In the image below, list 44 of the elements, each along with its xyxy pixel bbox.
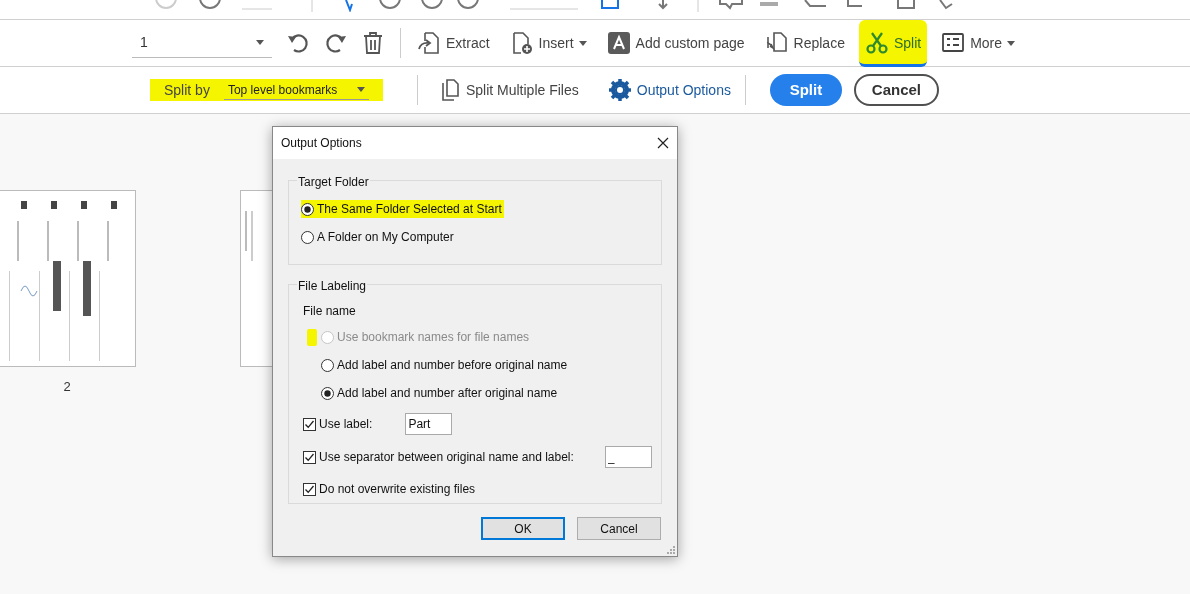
tool-button[interactable]: Extract [411,19,496,67]
scissors-icon [864,31,889,55]
extract-icon [417,31,441,55]
radio-option[interactable]: The Same Folder Selected at Start [301,200,504,218]
tool-button[interactable]: Split [858,19,928,67]
trash-icon [362,31,384,55]
checkbox[interactable]: Use separator between original name and label: [303,448,574,466]
radio-option[interactable]: Add label and number before original name [321,356,570,374]
logo-page-icon [606,31,631,55]
replace-pages-icon [764,31,789,55]
input-field[interactable]: _ [604,446,652,468]
cancel-button[interactable]: Cancel [853,74,939,106]
rotate-right-icon [324,31,348,55]
dialog-button[interactable]: Cancel [577,517,661,540]
split-button[interactable]: Split [769,74,842,106]
tool-button[interactable]: More [935,19,1022,67]
radio-option[interactable]: Add label and number after original name [321,384,560,402]
dialog-button[interactable]: OK [481,517,565,540]
split-by-dropdown[interactable]: Top level bookmarks [223,80,369,100]
caret-icon [356,87,365,92]
checkbox-icon [303,417,316,431]
checkbox-icon [303,450,316,464]
checkbox[interactable]: Use label: [303,415,373,433]
section-label: File name [303,303,357,320]
tool-button[interactable]: Insert [503,19,593,67]
checkbox-icon [303,482,316,496]
close-icon [657,137,669,149]
tool-button[interactable]: Add custom page [600,19,751,67]
list-icon [941,31,966,55]
split-multiple-files-button[interactable]: Split Multiple Files [439,79,579,101]
output-options-button[interactable]: Output Options [608,79,731,101]
settings-icon [608,79,631,101]
dialog-title: Output Options [281,135,362,152]
caret-icon [256,40,264,45]
radio-option[interactable]: A Folder on My Computer [301,228,456,246]
page-number-field[interactable]: 1 [132,28,272,58]
tool-button[interactable]: Replace [758,19,851,67]
split-by-label: Split by [164,80,210,100]
input-field[interactable]: Part [405,413,453,435]
resize-grip-icon [667,546,675,554]
rotate-left-icon [286,31,310,55]
documents-icon [439,79,460,101]
page-number-label: 2 [62,378,72,396]
checkbox[interactable]: Do not overwrite existing files [303,480,476,498]
